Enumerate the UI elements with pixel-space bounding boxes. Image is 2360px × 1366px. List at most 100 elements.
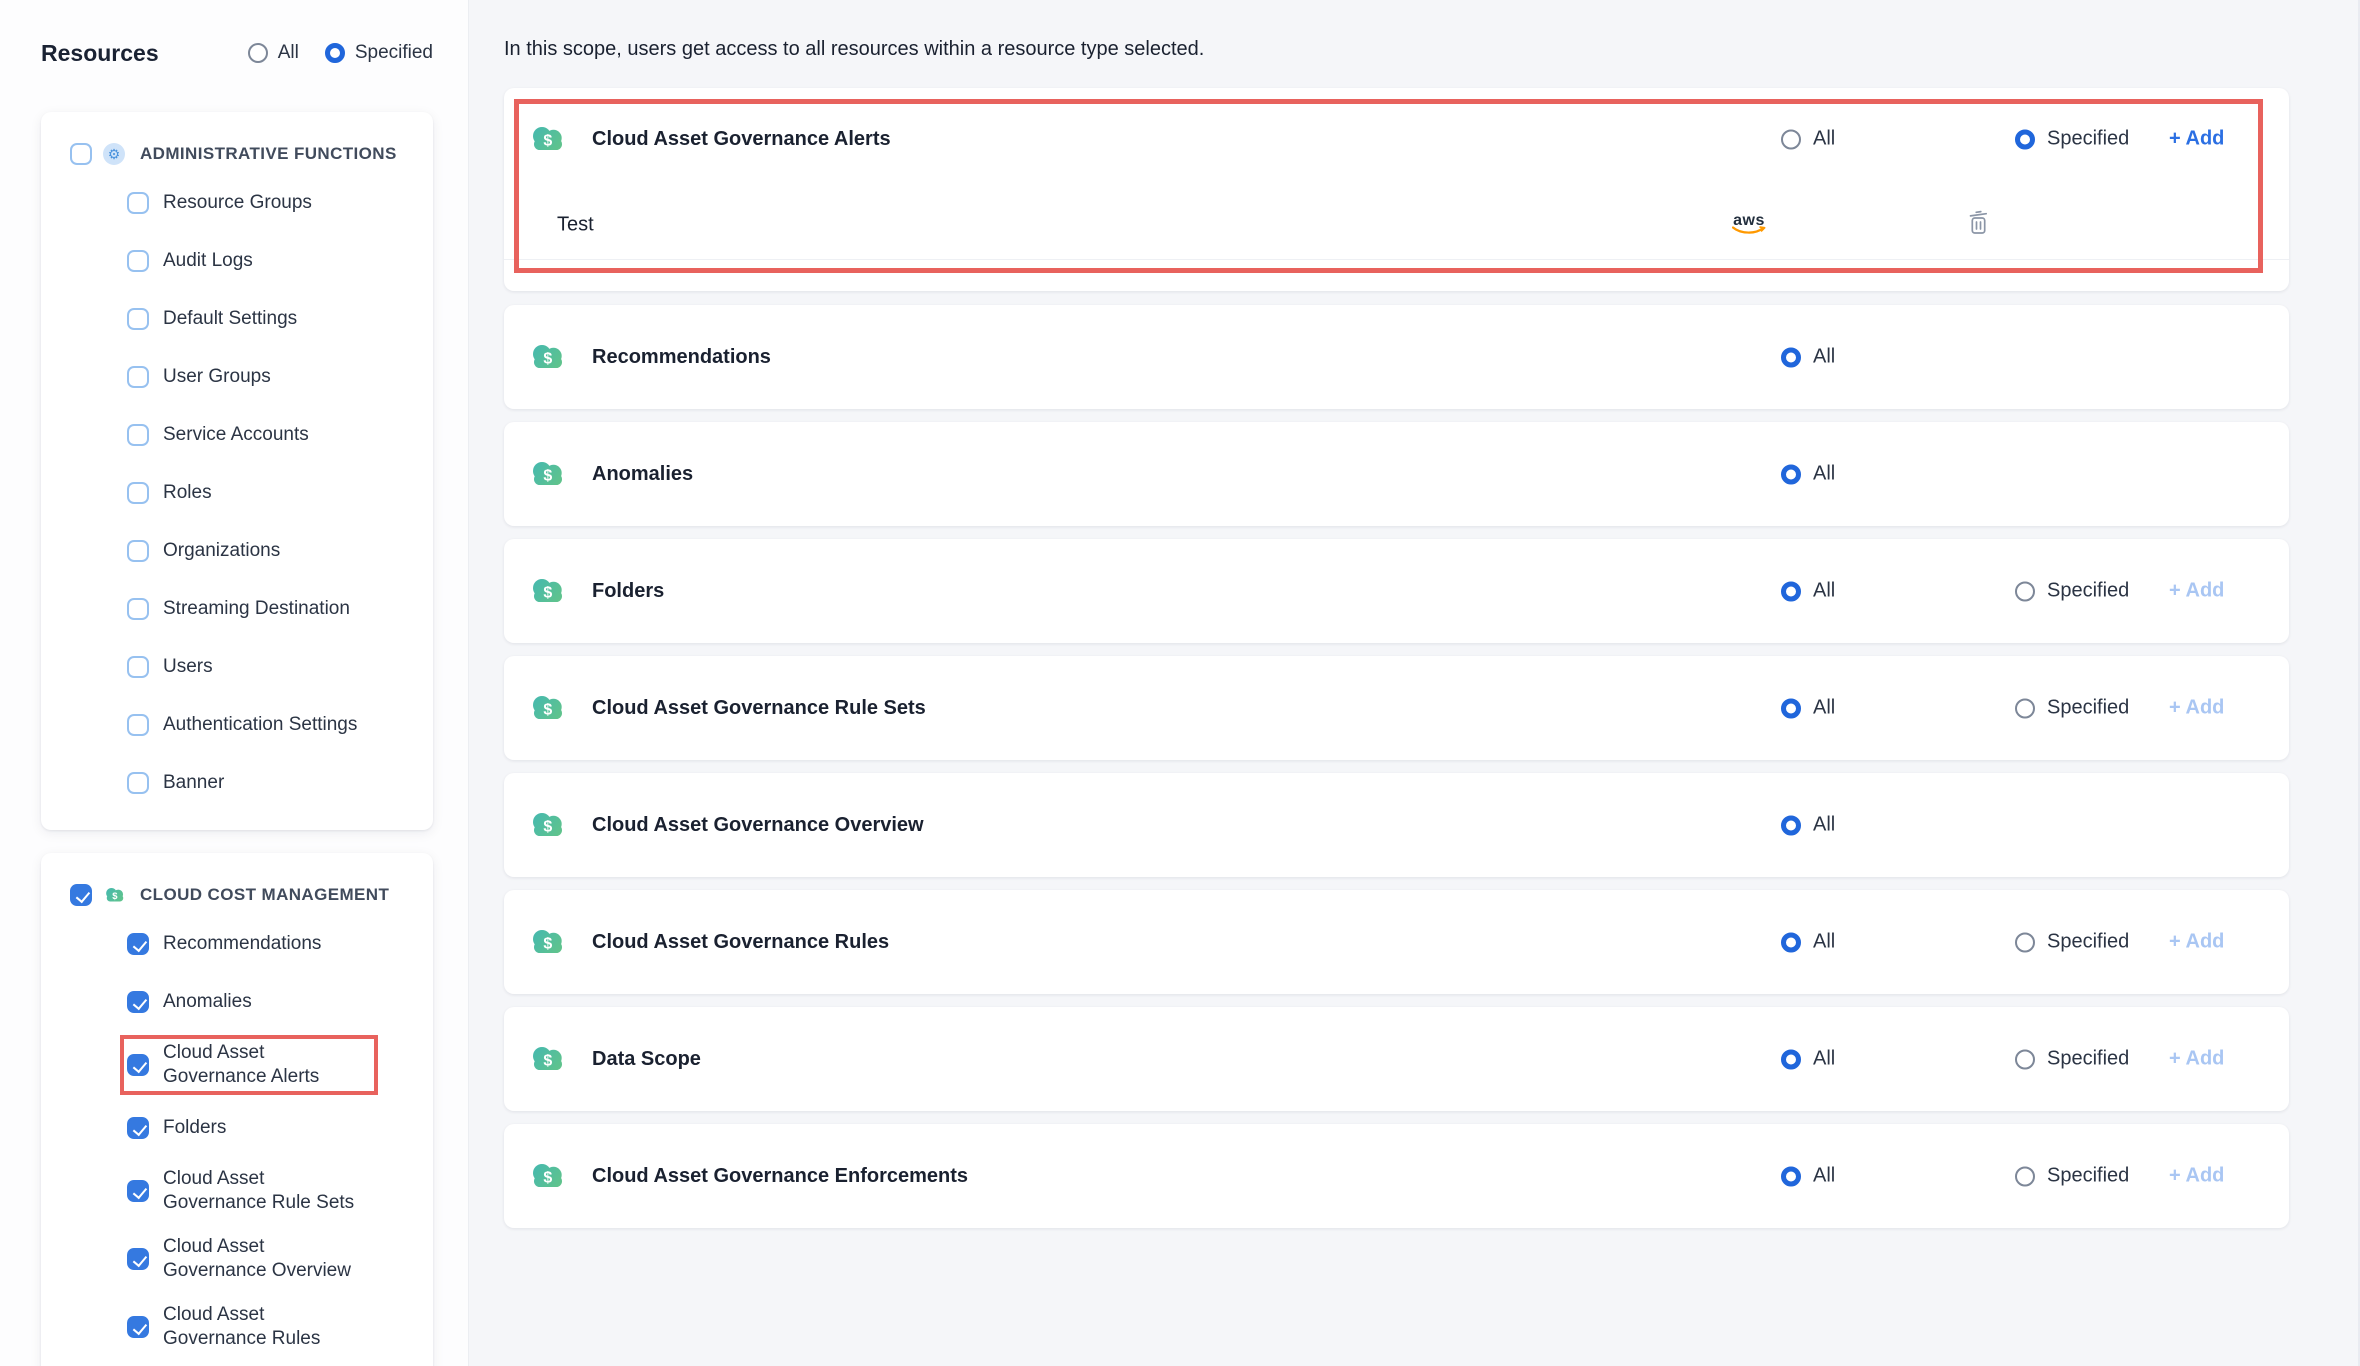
sidebar-item[interactable]: Service Accounts — [41, 406, 433, 464]
sidebar-item[interactable]: User Groups — [41, 348, 433, 406]
all-radio[interactable] — [1781, 1049, 1801, 1069]
item-checkbox[interactable] — [127, 991, 149, 1013]
add-button[interactable]: + Add — [2169, 697, 2224, 720]
svg-text:$: $ — [543, 1053, 552, 1070]
all-radio[interactable] — [1781, 815, 1801, 835]
item-checkbox[interactable] — [127, 598, 149, 620]
scope-option-all[interactable]: All — [248, 42, 299, 64]
all-option[interactable]: All — [1781, 463, 1835, 486]
delete-button[interactable] — [1966, 208, 1992, 241]
specified-label: Specified — [2047, 128, 2129, 151]
specified-option[interactable]: Specified — [2015, 1048, 2129, 1071]
all-radio-label: All — [278, 42, 299, 64]
sidebar-item[interactable]: Cloud Asset Governance Alerts — [41, 1031, 433, 1099]
all-option[interactable]: All — [1781, 580, 1835, 603]
add-button[interactable]: + Add — [2169, 580, 2224, 603]
specified-radio[interactable] — [325, 43, 345, 63]
all-option[interactable]: All — [1781, 128, 1835, 151]
add-button[interactable]: + Add — [2169, 1048, 2224, 1071]
specified-radio[interactable] — [2015, 1166, 2035, 1186]
specified-radio[interactable] — [2015, 1049, 2035, 1069]
all-option[interactable]: All — [1781, 814, 1835, 837]
add-button[interactable]: + Add — [2169, 128, 2224, 151]
all-radio[interactable] — [1781, 932, 1801, 952]
sidebar-item[interactable]: Cloud Asset Governance Rules — [41, 1293, 433, 1361]
item-checkbox[interactable] — [127, 308, 149, 330]
specified-option[interactable]: Specified — [2015, 1165, 2129, 1188]
item-checkbox[interactable] — [127, 424, 149, 446]
sidebar-item[interactable]: Cloud Asset Governance Rule Sets — [41, 1157, 433, 1225]
add-button[interactable]: + Add — [2169, 1165, 2224, 1188]
item-checkbox[interactable] — [127, 1316, 149, 1338]
all-radio[interactable] — [1781, 581, 1801, 601]
all-radio[interactable] — [248, 43, 268, 63]
specified-radio[interactable] — [2015, 698, 2035, 718]
sidebar-item-label: Authentication Settings — [163, 713, 357, 737]
item-checkbox[interactable] — [127, 1248, 149, 1270]
sidebar-item[interactable]: Users — [41, 638, 433, 696]
item-checkbox[interactable] — [127, 482, 149, 504]
section-checkbox[interactable] — [70, 884, 92, 906]
resource-row-title: Cloud Asset Governance Rules — [592, 931, 889, 954]
resource-row-title: Recommendations — [592, 346, 771, 369]
all-label: All — [1813, 580, 1835, 603]
specified-item-row: Test aws — [504, 190, 2289, 260]
item-checkbox[interactable] — [127, 540, 149, 562]
cloud-dollar-icon: $ — [528, 340, 568, 374]
sidebar-item[interactable]: Default Settings — [41, 290, 433, 348]
specified-radio[interactable] — [2015, 129, 2035, 149]
sidebar-item[interactable]: Cloud Asset Governance Overview — [41, 1225, 433, 1293]
item-checkbox[interactable] — [127, 250, 149, 272]
sidebar-item[interactable]: Recommendations — [41, 915, 433, 973]
section-checkbox[interactable] — [70, 143, 92, 165]
sidebar-item-label: Users — [163, 655, 213, 679]
sidebar-item[interactable]: Roles — [41, 464, 433, 522]
resource-row: $ Data ScopeAllSpecified+ Add — [504, 1007, 2289, 1111]
item-checkbox[interactable] — [127, 1180, 149, 1202]
sidebar-item[interactable]: Streaming Destination — [41, 580, 433, 638]
item-checkbox[interactable] — [127, 192, 149, 214]
all-radio[interactable] — [1781, 347, 1801, 367]
sidebar-item[interactable]: Organizations — [41, 522, 433, 580]
resource-row-header: $ AnomaliesAll — [504, 422, 2289, 526]
item-checkbox[interactable] — [127, 366, 149, 388]
specified-label: Specified — [2047, 1048, 2129, 1071]
specified-radio[interactable] — [2015, 581, 2035, 601]
resource-row-title: Cloud Asset Governance Overview — [592, 814, 924, 837]
all-radio[interactable] — [1781, 698, 1801, 718]
sidebar-item[interactable]: Resource Groups — [41, 174, 433, 232]
item-checkbox[interactable] — [127, 714, 149, 736]
resource-row-title: Anomalies — [592, 463, 693, 486]
item-checkbox[interactable] — [127, 1117, 149, 1139]
all-radio[interactable] — [1781, 129, 1801, 149]
all-option[interactable]: All — [1781, 1165, 1835, 1188]
item-checkbox[interactable] — [127, 933, 149, 955]
all-option[interactable]: All — [1781, 1048, 1835, 1071]
specified-option[interactable]: Specified — [2015, 128, 2129, 151]
all-option[interactable]: All — [1781, 697, 1835, 720]
specified-option[interactable]: Specified — [2015, 931, 2129, 954]
cloud-dollar-icon: $ — [528, 808, 568, 842]
scope-option-specified[interactable]: Specified — [325, 42, 433, 64]
section-title: ADMINISTRATIVE FUNCTIONS — [140, 144, 397, 164]
item-checkbox[interactable] — [127, 656, 149, 678]
item-checkbox[interactable] — [127, 1054, 149, 1076]
all-option[interactable]: All — [1781, 931, 1835, 954]
sidebar-item[interactable]: Anomalies — [41, 973, 433, 1031]
all-radio[interactable] — [1781, 464, 1801, 484]
resource-row-title: Cloud Asset Governance Alerts — [592, 128, 891, 151]
item-checkbox[interactable] — [127, 772, 149, 794]
add-button[interactable]: + Add — [2169, 931, 2224, 954]
sidebar-item[interactable]: Folders — [41, 1099, 433, 1157]
specified-option[interactable]: Specified — [2015, 580, 2129, 603]
all-label: All — [1813, 1165, 1835, 1188]
sidebar-item[interactable]: Audit Logs — [41, 232, 433, 290]
specified-option[interactable]: Specified — [2015, 697, 2129, 720]
sidebar-item[interactable]: Banner — [41, 754, 433, 812]
specified-radio[interactable] — [2015, 932, 2035, 952]
sidebar-item-label: Cloud Asset Governance Overview — [163, 1235, 371, 1283]
all-radio[interactable] — [1781, 1166, 1801, 1186]
sidebar-item[interactable]: Authentication Settings — [41, 696, 433, 754]
sidebar-item-label: Service Accounts — [163, 423, 309, 447]
all-option[interactable]: All — [1781, 346, 1835, 369]
